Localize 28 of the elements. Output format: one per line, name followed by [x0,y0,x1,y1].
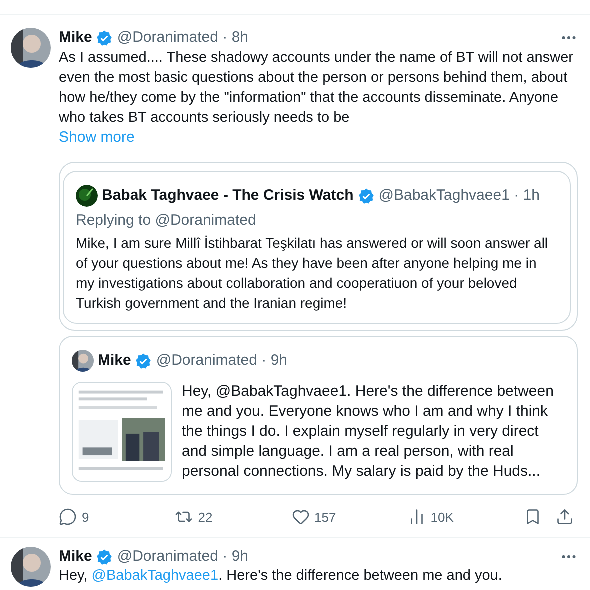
reply-button[interactable]: 9 [59,508,176,526]
quoted-tweet[interactable] [59,336,578,495]
author-name[interactable]: Mike [59,28,92,48]
bookmark-icon [524,508,542,526]
author-handle: @Doranimated · 9h [117,547,248,567]
quote-text: Hey, @BabakTaghvaee1. Here's the difference between me and you. Everyone knows who I am and why I think the things I do. I explain myself regularly in very direct and simple language. I am a real person, with real personal connections. My salary is paid by the Huds... [182,382,555,482]
avatar-icon[interactable] [72,350,94,372]
share-button[interactable] [556,508,574,526]
author-name[interactable]: Mike [59,547,92,567]
tweet-text: As I assumed.... These shadowy accounts under the name of BT will not answer even the most basic questions about the person or persons behind them, about how he/they come by the "information" that the accounts disseminate. Anyone who takes BT accounts seriously needs to be [59,49,574,128]
avatar-icon[interactable] [76,185,98,207]
avatar-icon[interactable] [11,28,51,68]
bookmark-button[interactable] [524,508,542,526]
author-handle: @BabakTaghvaee1 · 1h [378,186,540,206]
like-button[interactable]: 157 [292,508,408,526]
views-button[interactable]: 10K [408,508,524,526]
tweet-text: Hey, @BabakTaghvaee1. Here's the difference between me and you. [59,567,504,585]
author-handle: @Doranimated · 8h [117,28,248,48]
avatar-icon[interactable] [11,547,51,587]
author-name: Mike [98,351,132,371]
reply-icon [59,508,77,526]
share-icon [556,508,574,526]
author-handle: @Doranimated · 9h [156,351,288,371]
quote-text: Mike, I am sure Millî İstihbarat Teşkilatı has answered or will soon answer all of your questions about me! As they have been after anyone helping me in my investigations about collaboration and cooperatiuon of your beloved Turkish government and the Iranian regime! [76,234,550,313]
author-name: Babak Taghvaee - The Crisis Watch [102,186,354,206]
retweet-button[interactable]: 22 [175,508,292,526]
like-icon [292,508,310,526]
replying-to-text: Replying to @Doranimated [76,211,258,231]
